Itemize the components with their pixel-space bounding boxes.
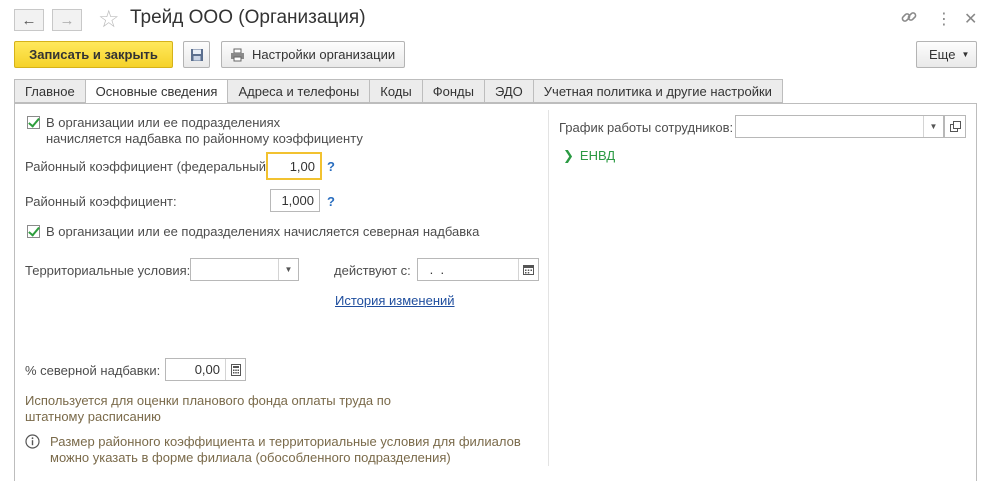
north-percent-label: % северной надбавки: [25,363,161,378]
valid-from-label: действуют с: [334,263,411,278]
tab-bar: Главное Основные сведения Адреса и телеф… [14,79,783,104]
arrow-left-icon: ← [21,11,37,29]
regional-coef-label: Районный коэффициент: [25,194,177,209]
org-settings-button[interactable]: Настройки организации [221,41,405,68]
hint-branches: Размер районного коэффициента и территор… [50,434,521,465]
forward-button[interactable]: → [52,9,82,31]
calendar-icon[interactable] [518,259,538,280]
valid-from-date-input[interactable]: . . [417,258,539,281]
save-and-close-button[interactable]: Записать и закрыть [14,41,173,68]
chevron-down-icon: ▼ [961,50,970,59]
save-button[interactable] [183,41,210,68]
regional-coef-checkbox-label-1: В организации или ее подразделениях [46,115,281,130]
more-vert-icon[interactable]: ⋮ [936,9,952,29]
tab-main[interactable]: Главное [14,79,86,103]
calculator-icon[interactable] [225,359,245,380]
change-history-link[interactable]: История изменений [335,293,455,308]
tab-accounting-policy[interactable]: Учетная политика и другие настройки [533,79,783,103]
territorial-conditions-label: Территориальные условия: [25,263,191,278]
north-percent-input[interactable]: 0,00 [165,358,246,381]
tab-edo[interactable]: ЭДО [484,79,534,103]
printer-icon [231,48,244,61]
open-schedule-button[interactable] [944,115,966,138]
federal-coef-label: Районный коэффициент (федеральный): [25,159,274,174]
dropdown-arrow-icon[interactable]: ▼ [278,259,298,280]
federal-coef-input[interactable]: 1,00 [266,152,322,180]
federal-coef-help[interactable]: ? [327,159,335,174]
tab-addresses-phones[interactable]: Адреса и телефоны [228,79,371,103]
envd-group-toggle[interactable]: ❯ ЕНВД [563,148,615,164]
info-icon [25,434,40,452]
dropdown-arrow-icon[interactable]: ▼ [923,116,943,137]
hint-planned-fund: Используется для оценки планового фонда … [25,393,392,424]
tab-codes[interactable]: Коды [370,79,423,103]
chevron-right-icon: ❯ [563,148,574,163]
column-divider [548,110,549,466]
regional-coef-help[interactable]: ? [327,194,335,209]
save-icon [190,48,203,61]
link-icon[interactable] [900,8,918,31]
more-button[interactable]: Еще ▼ [916,41,977,68]
north-allowance-checkbox[interactable] [27,225,40,238]
north-allowance-checkbox-label: В организации или ее подразделениях начи… [46,224,480,239]
work-schedule-select[interactable]: ▼ [735,115,944,138]
regional-coef-input[interactable]: 1,000 [270,189,320,212]
territorial-conditions-select[interactable]: ▼ [190,258,299,281]
favorite-star-icon[interactable]: ☆ [98,5,120,34]
tab-basic-info[interactable]: Основные сведения [85,79,229,104]
regional-coef-checkbox-label-2: начисляется надбавка по районному коэффи… [46,131,363,146]
open-form-icon [949,121,961,132]
arrow-right-icon: → [59,11,75,29]
page-title: Трейд ООО (Организация) [130,7,366,28]
tab-funds[interactable]: Фонды [422,79,485,103]
work-schedule-label: График работы сотрудников: [559,120,734,135]
regional-coef-checkbox[interactable] [27,116,40,129]
close-icon[interactable]: ✕ [964,9,977,29]
back-button[interactable]: ← [14,9,44,31]
